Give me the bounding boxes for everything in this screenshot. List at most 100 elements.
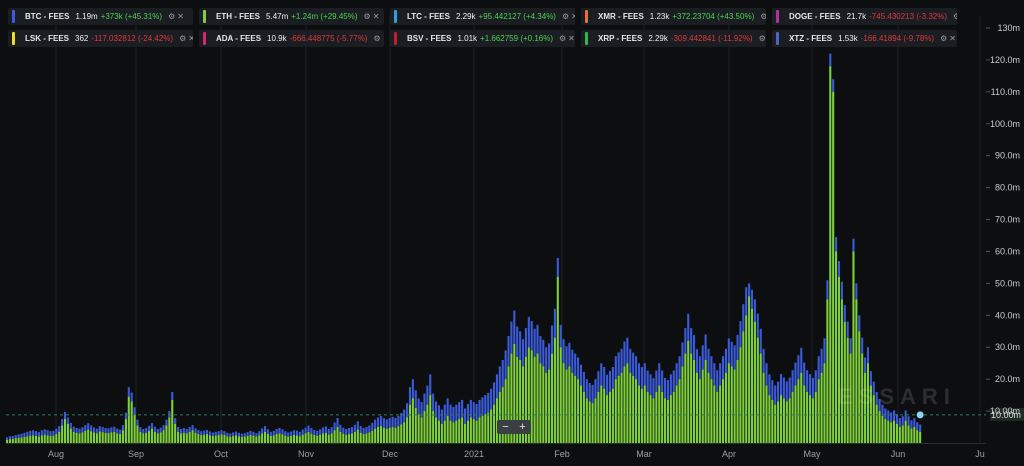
gear-icon[interactable]: ⚙ bbox=[759, 34, 766, 43]
btc-bar bbox=[620, 348, 623, 373]
eth-bar bbox=[153, 431, 156, 443]
btc-bar bbox=[130, 392, 133, 402]
zoom-control: − + bbox=[497, 420, 531, 434]
eth-bar bbox=[217, 435, 220, 443]
close-icon[interactable]: ✕ bbox=[177, 12, 184, 21]
btc-bar bbox=[426, 385, 429, 405]
btc-bar bbox=[690, 328, 693, 354]
eth-bar bbox=[136, 425, 139, 443]
btc-bar bbox=[579, 364, 583, 386]
btc-bar bbox=[840, 281, 843, 300]
btc-bar bbox=[864, 357, 867, 373]
btc-bar bbox=[92, 427, 96, 433]
eth-bar bbox=[397, 426, 400, 443]
eth-bar bbox=[730, 366, 733, 443]
btc-bar bbox=[235, 431, 238, 436]
btc-bar bbox=[46, 430, 49, 436]
eth-bar bbox=[672, 391, 675, 443]
legend-item[interactable]: BTC - FEES 1.19m +373k (+45.31%) ⚙ ✕ bbox=[8, 8, 193, 25]
eth-bar bbox=[652, 398, 655, 443]
series-change: -166.41894 bbox=[860, 34, 902, 43]
eth-bar bbox=[829, 66, 832, 443]
series-name: LSK - FEES bbox=[25, 34, 70, 43]
eth-bar bbox=[806, 391, 809, 443]
gear-icon[interactable]: ⚙ bbox=[953, 12, 957, 21]
eth-bar bbox=[8, 439, 11, 443]
eth-bar bbox=[72, 431, 75, 443]
btc-bar bbox=[466, 404, 469, 421]
legend-item[interactable]: XRP - FEES2.29k-309.442841 (-11.92%)⚙✕ bbox=[581, 30, 766, 47]
eth-bar bbox=[408, 404, 412, 443]
legend-item[interactable]: DOGE - FEES21.7k-745.430213 (-3.32%)⚙✕ bbox=[772, 8, 957, 25]
gear-icon[interactable]: ⚙ bbox=[364, 12, 371, 21]
close-icon[interactable]: ✕ bbox=[373, 12, 380, 21]
eth-bar bbox=[385, 428, 388, 443]
eth-bar bbox=[565, 369, 568, 443]
legend-row: BTC - FEES 1.19m +373k (+45.31%) ⚙ ✕ ETH - FE… bbox=[8, 8, 988, 25]
series-change-pct: (+29.45%) bbox=[320, 12, 358, 21]
eth-bar bbox=[452, 422, 455, 443]
gear-icon[interactable]: ⚙ bbox=[562, 12, 569, 21]
btc-bar bbox=[910, 420, 913, 429]
legend-item[interactable]: LTC - FEES 2.29k +95.442127 (+4.34%) ⚙ ✕ bbox=[390, 8, 575, 25]
btc-bar bbox=[379, 415, 383, 427]
close-icon[interactable]: ✕ bbox=[188, 34, 193, 43]
x-tick-label: May bbox=[803, 449, 821, 459]
x-tick-label: Oct bbox=[214, 449, 229, 459]
legend-item[interactable]: ETH - FEES 5.47m +1.24m (+29.45%) ⚙ ✕ bbox=[199, 8, 384, 25]
btc-bar bbox=[861, 337, 864, 354]
y-tick-label: 90.0m bbox=[995, 151, 1020, 161]
btc-bar bbox=[536, 324, 539, 354]
btc-bar bbox=[782, 377, 785, 399]
zoom-out-button[interactable]: − bbox=[502, 420, 508, 434]
btc-bar bbox=[290, 431, 293, 436]
eth-bar bbox=[623, 366, 626, 443]
legend-item[interactable]: LSK - FEES 362 -117.032812 (-24.42%) ⚙ ✕ bbox=[8, 30, 193, 47]
close-icon[interactable]: ✕ bbox=[571, 12, 575, 21]
btc-bar bbox=[229, 433, 232, 437]
btc-bar bbox=[591, 384, 594, 404]
eth-bar bbox=[661, 391, 664, 443]
eth-bar bbox=[756, 337, 759, 443]
btc-bar bbox=[545, 347, 548, 373]
btc-bar bbox=[295, 430, 298, 436]
btc-bar bbox=[232, 432, 235, 436]
series-swatch bbox=[585, 32, 588, 45]
eth-bar bbox=[46, 435, 49, 443]
gear-icon[interactable]: ⚙ bbox=[940, 34, 947, 43]
eth-bar bbox=[779, 395, 783, 443]
eth-bar bbox=[484, 414, 487, 443]
eth-bar bbox=[339, 431, 342, 443]
gear-icon[interactable]: ⚙ bbox=[373, 34, 380, 43]
btc-bar bbox=[40, 430, 43, 436]
legend-item[interactable]: XMR - FEES1.23k+372.23704 (+43.50%)⚙✕ bbox=[581, 8, 766, 25]
btc-bar bbox=[269, 431, 272, 436]
btc-bar bbox=[8, 436, 11, 440]
gear-icon[interactable]: ⚙ bbox=[559, 34, 566, 43]
btc-bar bbox=[188, 427, 191, 432]
eth-bar bbox=[92, 432, 96, 443]
eth-bar bbox=[782, 398, 785, 443]
eth-bar bbox=[542, 366, 545, 443]
eth-bar bbox=[440, 423, 443, 443]
btc-bar bbox=[226, 432, 229, 437]
eth-bar bbox=[765, 385, 768, 443]
gear-icon[interactable]: ⚙ bbox=[760, 12, 766, 21]
btc-bar bbox=[530, 321, 533, 351]
gear-icon[interactable]: ⚙ bbox=[168, 12, 175, 21]
gear-icon[interactable]: ⚙ bbox=[179, 34, 186, 43]
zoom-in-button[interactable]: + bbox=[519, 420, 525, 434]
close-icon[interactable]: ✕ bbox=[949, 34, 956, 43]
btc-bar bbox=[693, 335, 696, 360]
btc-bar bbox=[803, 362, 806, 386]
close-icon[interactable]: ✕ bbox=[568, 34, 575, 43]
legend-item[interactable]: BSV - FEES 1.01k +1.662759 (+0.16%) ⚙ ✕ bbox=[390, 30, 575, 47]
legend-item[interactable]: ADA - FEES 10.9k-666.448775 (-5.77%) ⚙✕ bbox=[199, 30, 384, 47]
btc-bar bbox=[884, 408, 887, 420]
eth-bar bbox=[182, 432, 185, 443]
btc-bar bbox=[748, 283, 751, 297]
y-tick-label: 20.0m bbox=[995, 374, 1020, 384]
legend-item[interactable]: XTZ - FEES 1.53k -166.41894 (-9.78%) ⚙ ✕ bbox=[772, 30, 957, 47]
bar-layer bbox=[6, 53, 922, 443]
close-icon[interactable]: ✕ bbox=[383, 34, 384, 43]
